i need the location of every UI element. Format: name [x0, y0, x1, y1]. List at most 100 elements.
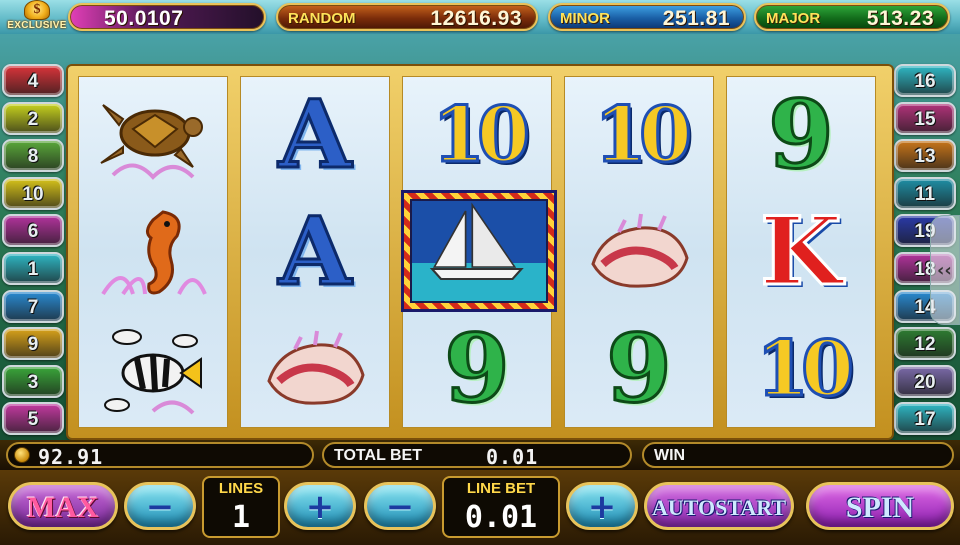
random-jackpot-value: 12616.93: [430, 7, 522, 30]
payline-tab-right[interactable]: 20: [894, 364, 956, 398]
payline-tab-right[interactable]: 12: [894, 327, 956, 361]
reel-symbol: [79, 77, 227, 194]
reel-symbol: [79, 311, 227, 428]
payline-number: 12: [914, 334, 936, 356]
line-bet-value: 0.01: [464, 500, 538, 535]
reel-column: 9 K 10: [726, 76, 876, 428]
reel-column: AA: [240, 76, 390, 428]
payline-number: 6: [27, 221, 39, 243]
reel-column: 10 9: [564, 76, 714, 428]
sailboat-icon: [410, 199, 548, 303]
max-bet-button[interactable]: MAX: [8, 482, 118, 530]
payline-tab-left[interactable]: 9: [2, 327, 64, 361]
payline-tab-right[interactable]: 17: [894, 402, 956, 436]
symbol-9-glyph: 9: [605, 314, 673, 424]
credit-display: 50.0107: [68, 3, 266, 31]
payline-tab-left[interactable]: 1: [2, 251, 64, 285]
payline-tab-right[interactable]: 15: [894, 101, 956, 135]
payline-tab-right[interactable]: 11: [894, 176, 956, 210]
payline-number: 20: [914, 371, 936, 393]
coin-icon: [14, 447, 30, 463]
minus-icon: −: [145, 487, 175, 527]
plus-icon: +: [305, 487, 335, 527]
symbol-10-glyph: 10: [755, 323, 856, 415]
symbol-10-glyph: 10: [593, 89, 694, 181]
payline-tab-left[interactable]: 5: [2, 402, 64, 436]
reel-symbol: 9: [565, 311, 713, 428]
payline-number: 4: [27, 71, 39, 92]
payline-number: 17: [914, 409, 936, 431]
symbol-10-glyph: 10: [431, 89, 532, 181]
payline-tab-right[interactable]: 16: [894, 64, 956, 97]
payline-number: 15: [914, 108, 936, 130]
lines-value: 1: [231, 500, 251, 535]
fish-icon: [104, 329, 202, 415]
balance-box: 92.91: [6, 442, 314, 469]
payline-number: 16: [914, 71, 936, 92]
autostart-button[interactable]: AUTOSTART: [644, 482, 794, 530]
payline-number: 2: [27, 108, 39, 130]
reel-column: [78, 76, 228, 428]
conch-shell-icon: [267, 330, 365, 405]
lines-decrease-button[interactable]: −: [124, 482, 196, 530]
symbol-a-glyph: A: [277, 80, 353, 190]
side-menu-handle[interactable]: ‹‹: [930, 215, 960, 325]
line-bet-increase-button[interactable]: +: [566, 482, 638, 530]
reel-symbol: 9: [403, 311, 551, 428]
jackpot-bar: EXCLUSIVE 50.0107 RANDOM 12616.93 MINOR …: [0, 0, 960, 34]
double-chevron-left-icon: ‹‹: [937, 260, 952, 281]
max-bet-label: MAX: [27, 491, 99, 524]
total-bet-box: TOTAL BET 0.01: [322, 442, 632, 469]
plus-icon: +: [587, 487, 617, 527]
reel-symbol: 9: [727, 77, 875, 194]
win-box: WIN: [642, 442, 954, 468]
spin-button[interactable]: SPIN: [806, 482, 954, 530]
lines-increase-button[interactable]: +: [284, 482, 356, 530]
minor-jackpot: MINOR 251.81: [548, 3, 746, 31]
payline-number: 7: [27, 296, 39, 318]
payline-tab-left[interactable]: 10: [2, 176, 64, 210]
major-jackpot-label: MAJOR: [766, 10, 821, 27]
random-jackpot: RANDOM 12616.93: [276, 3, 538, 31]
payline-tab-left[interactable]: 7: [2, 289, 64, 323]
symbol-a-glyph: A: [277, 197, 353, 307]
reel-symbol: [565, 194, 713, 311]
payline-number: 11: [914, 183, 936, 205]
payline-number: 3: [27, 371, 39, 393]
conch-shell-icon: [591, 213, 689, 288]
payline-number: 5: [27, 409, 39, 431]
reel-symbol: 10: [403, 77, 551, 194]
payline-tab-left[interactable]: 3: [2, 364, 64, 398]
seahorse-icon: [101, 210, 207, 296]
reel-symbol: A: [241, 77, 389, 194]
balance-value: 92.91: [38, 445, 104, 469]
logo-text: EXCLUSIVE: [7, 20, 67, 31]
major-jackpot: MAJOR 513.23: [754, 3, 950, 31]
paylines-left: 4 2 8 10 6 1 7 9 3 5: [2, 64, 68, 440]
payline-number: 13: [914, 146, 936, 168]
symbol-k-glyph: K: [759, 197, 844, 307]
control-bar: MAX − LINES 1 + − LINE BET 0.01 + AUTOST…: [0, 470, 960, 545]
highlighted-symbol-frame: [401, 190, 557, 312]
total-bet-label: TOTAL BET: [334, 447, 422, 464]
turtle-icon: [100, 104, 203, 180]
lines-label: LINES: [218, 480, 264, 497]
reel-symbol: A: [241, 194, 389, 311]
payline-tab-left[interactable]: 6: [2, 214, 64, 248]
payline-tab-left[interactable]: 8: [2, 139, 64, 173]
reel-symbol: [241, 311, 389, 428]
dollar-coin-icon: [24, 0, 50, 20]
payline-number: 8: [27, 146, 39, 168]
autostart-label: AUTOSTART: [651, 495, 787, 520]
info-bar: 92.91 TOTAL BET 0.01 WIN: [0, 440, 960, 470]
minor-jackpot-label: MINOR: [560, 10, 610, 27]
payline-tab-right[interactable]: 13: [894, 139, 956, 173]
payline-number: 9: [27, 334, 39, 356]
line-bet-decrease-button[interactable]: −: [364, 482, 436, 530]
line-bet-panel: LINE BET 0.01: [442, 476, 560, 538]
payline-number: 10: [22, 183, 44, 205]
payline-tab-left[interactable]: 4: [2, 64, 64, 97]
random-jackpot-label: RANDOM: [288, 10, 356, 27]
total-bet-value: 0.01: [486, 445, 539, 469]
payline-tab-left[interactable]: 2: [2, 101, 64, 135]
